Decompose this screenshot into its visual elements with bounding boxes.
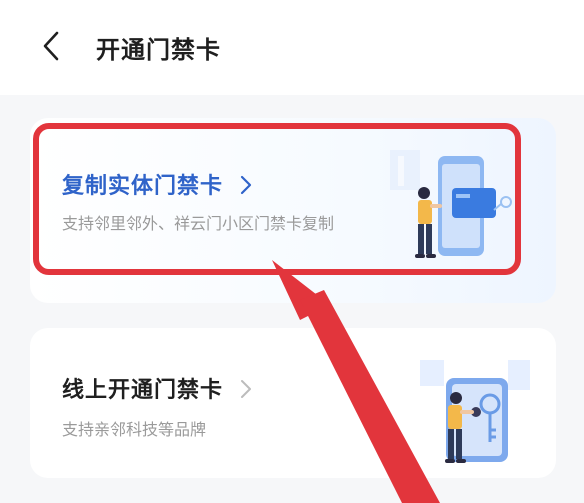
highlight-box	[33, 123, 521, 275]
chevron-left-icon	[43, 31, 59, 61]
page-title: 开通门禁卡	[96, 36, 221, 64]
online-open-card-option[interactable]: 线上开通门禁卡 支持亲邻科技等品牌	[30, 328, 556, 478]
card-description: 支持亲邻科技等品牌	[62, 420, 207, 439]
chevron-right-icon	[240, 380, 251, 398]
card-title: 线上开通门禁卡	[62, 372, 252, 404]
card-title-text: 线上开通门禁卡	[62, 378, 224, 403]
top-bar: 开通门禁卡	[0, 0, 584, 95]
phone-key-illustration	[420, 360, 530, 463]
back-button[interactable]	[36, 28, 66, 64]
